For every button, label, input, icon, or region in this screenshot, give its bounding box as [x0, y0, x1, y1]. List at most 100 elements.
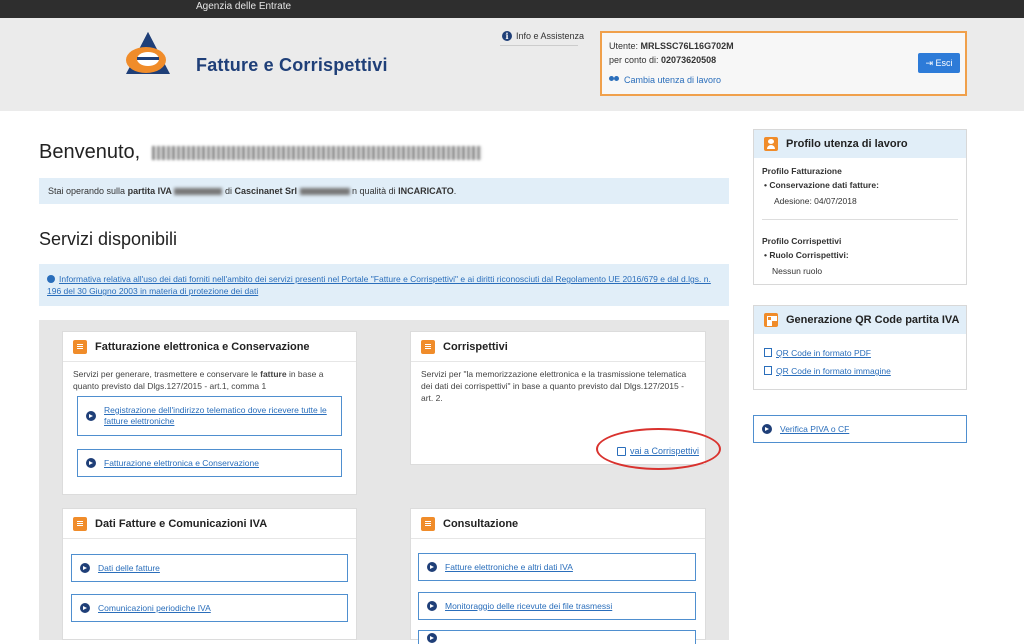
user-label: Utente:	[609, 41, 639, 51]
exit-label: Esci	[935, 58, 953, 68]
divider	[762, 219, 958, 220]
redacted-detail	[299, 188, 350, 196]
verifica-piva-button[interactable]: Verifica PIVA o CF	[753, 415, 967, 443]
image-file-icon	[764, 366, 772, 375]
arrow-right-icon	[427, 632, 437, 643]
welcome-heading: Benvenuto,	[39, 141, 482, 164]
document-icon	[73, 516, 87, 531]
link-label: Monitoraggio delle ricevute dei file tra…	[445, 600, 613, 611]
redacted-name	[151, 145, 482, 160]
link-label: Registrazione dell'indirizzo telematico …	[104, 405, 327, 426]
user-code: MRLSSC76L16G702M	[640, 41, 734, 51]
link-label: QR Code in formato immagine	[776, 366, 891, 376]
account-code: 02073620508	[661, 55, 717, 65]
fatturazione-link-button[interactable]: Fatturazione elettronica e Conservazione	[77, 449, 342, 477]
qr-pdf-link[interactable]: QR Code in formato PDF	[764, 348, 871, 358]
notice-piva: partita IVA	[127, 186, 172, 196]
qr-title: Generazione QR Code partita IVA	[786, 314, 960, 326]
comunicazioni-iva-link-button[interactable]: Comunicazioni periodiche IVA	[71, 594, 348, 622]
desc-bold: fatture	[260, 369, 287, 379]
notice-company: Cascinanet Srl	[234, 186, 298, 196]
more-link-button[interactable]	[418, 630, 696, 644]
card-header: Corrispettivi	[411, 332, 705, 362]
users-icon	[609, 76, 621, 84]
divider	[500, 45, 578, 46]
fatt-item: • Conservazione dati fatture:	[764, 180, 879, 190]
info-icon: i	[502, 31, 512, 41]
top-bar: Agenzia delle Entrate	[0, 0, 1024, 18]
user-icon	[764, 137, 778, 151]
privacy-notice: Informativa relativa all'uso dei dati fo…	[39, 264, 729, 306]
corr-heading: Profilo Corrispettivi	[762, 236, 842, 246]
exit-button[interactable]: ⇥ Esci	[918, 53, 960, 73]
desc-text: Servizi per generare, trasmettere e cons…	[73, 369, 258, 379]
info-icon	[47, 275, 55, 283]
arrow-right-icon	[80, 563, 90, 573]
profile-header: Profilo utenza di lavoro	[754, 130, 966, 158]
link-label: Fatturazione elettronica e Conservazione	[104, 457, 259, 468]
card-description: Servizi per "la memorizzazione elettroni…	[421, 369, 687, 403]
app-title: Fatture e Corrispettivi	[196, 55, 388, 75]
arrow-right-icon	[762, 424, 772, 434]
fatt-heading: Profilo Fatturazione	[762, 166, 842, 176]
privacy-link[interactable]: Informativa relativa all'uso dei dati fo…	[47, 274, 711, 296]
exit-icon: ⇥	[925, 58, 933, 68]
qr-header: Generazione QR Code partita IVA	[754, 306, 966, 334]
arrow-right-icon	[427, 601, 437, 611]
card-header: Fatturazione elettronica e Conservazione	[63, 332, 356, 362]
card-title: Corrispettivi	[443, 340, 508, 353]
card-header: Dati Fatture e Comunicazioni IVA	[63, 509, 356, 539]
link-label: Fatture elettroniche e altri dati IVA	[445, 561, 573, 572]
notice-di: di	[224, 186, 232, 196]
operating-notice: Stai operando sulla partita IVA di Casci…	[39, 178, 729, 204]
arrow-right-icon	[86, 411, 96, 421]
pdf-file-icon	[764, 348, 772, 357]
welcome-text: Benvenuto,	[39, 141, 141, 163]
card-description: Servizi per generare, trasmettere e cons…	[63, 362, 356, 392]
dati-fatture-link-button[interactable]: Dati delle fatture	[71, 554, 348, 582]
card-title: Dati Fatture e Comunicazioni IVA	[95, 517, 268, 530]
info-assistance-link[interactable]: i Info e Assistenza	[502, 31, 584, 41]
agency-label: Agenzia delle Entrate	[196, 1, 292, 12]
fatt-value: Adesione: 04/07/2018	[774, 196, 857, 206]
redacted-piva	[174, 188, 223, 196]
card-title: Fatturazione elettronica e Conservazione	[95, 340, 310, 353]
registrazione-link-button[interactable]: Registrazione dell'indirizzo telematico …	[77, 396, 342, 436]
arrow-right-icon	[427, 562, 437, 572]
corr-value: Nessun ruolo	[772, 266, 823, 276]
account-line: per conto di: 02073620508	[609, 55, 716, 65]
link-label: Verifica PIVA o CF	[780, 423, 850, 434]
change-user-label: Cambia utenza di lavoro	[624, 75, 722, 85]
notice-text: Stai operando sulla	[48, 186, 126, 196]
corr-item: • Ruolo Corrispettivi:	[764, 250, 849, 260]
monitoraggio-link-button[interactable]: Monitoraggio delle ricevute dei file tra…	[418, 592, 696, 620]
notice-qual: n qualità di	[352, 186, 396, 196]
document-icon	[421, 339, 435, 354]
user-panel: Utente: MRLSSC76L16G702M per conto di: 0…	[600, 31, 967, 96]
link-label: Dati delle fatture	[98, 562, 160, 573]
link-label: QR Code in formato PDF	[776, 348, 871, 358]
user-line: Utente: MRLSSC76L16G702M	[609, 41, 734, 51]
services-title: Servizi disponibili	[39, 229, 178, 249]
card-header: Consultazione	[411, 509, 705, 539]
document-icon	[73, 339, 87, 354]
notice-role: INCARICATO	[398, 186, 454, 196]
fatt-item-label: Conservazione dati fatture:	[769, 180, 879, 190]
account-label: per conto di:	[609, 55, 659, 65]
arrow-right-icon	[86, 458, 96, 468]
agenzia-logo-icon[interactable]	[122, 30, 174, 78]
change-user-link[interactable]: Cambia utenza di lavoro	[609, 75, 721, 85]
header: Fatture e Corrispettivi i Info e Assiste…	[0, 18, 1024, 111]
document-icon	[421, 516, 435, 531]
corr-item-label: Ruolo Corrispettivi:	[769, 250, 849, 260]
link-label: Comunicazioni periodiche IVA	[98, 602, 211, 613]
info-link-label: Info e Assistenza	[516, 31, 585, 41]
qr-code-icon	[764, 313, 778, 327]
profile-panel: Profilo utenza di lavoro Profilo Fattura…	[753, 129, 967, 285]
fatture-elettroniche-link-button[interactable]: Fatture elettroniche e altri dati IVA	[418, 553, 696, 581]
card-title: Consultazione	[443, 517, 519, 530]
qr-image-link[interactable]: QR Code in formato immagine	[764, 366, 891, 376]
profile-title: Profilo utenza di lavoro	[786, 138, 908, 150]
qr-panel: Generazione QR Code partita IVA QR Code …	[753, 305, 967, 390]
arrow-right-icon	[80, 603, 90, 613]
